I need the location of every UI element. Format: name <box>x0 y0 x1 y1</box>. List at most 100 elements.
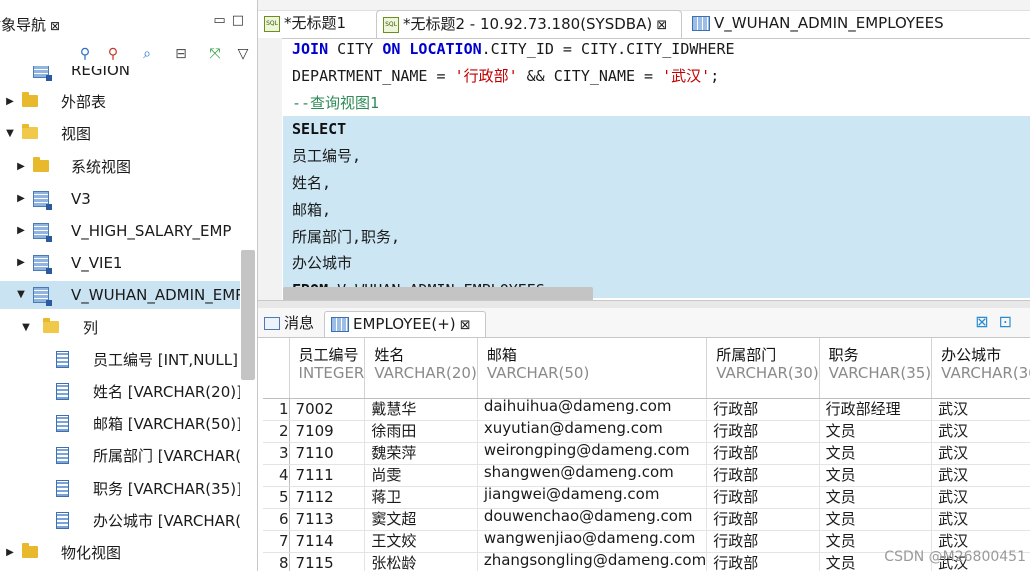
table-cell[interactable]: 7115 <box>289 552 366 571</box>
tree-item[interactable]: ▼ 视图 <box>0 120 240 148</box>
collapse-arrow-icon[interactable]: ▶ <box>4 88 16 116</box>
tree-item[interactable]: 办公城市 [VARCHAR(30)] <box>0 507 240 535</box>
table-cell[interactable]: 文员 <box>819 464 933 487</box>
navigator-scrollbar[interactable] <box>241 250 255 380</box>
table-cell[interactable]: 行政部 <box>706 508 820 531</box>
table-cell[interactable]: 文员 <box>819 508 933 531</box>
tree-item[interactable]: ▼ 列 <box>0 314 240 342</box>
table-cell[interactable]: 魏荣萍 <box>364 442 478 465</box>
tree-item[interactable]: 姓名 [VARCHAR(20)] <box>0 378 240 406</box>
table-cell[interactable]: douwenchao@dameng.com <box>477 508 708 531</box>
table-cell[interactable]: shangwen@dameng.com <box>477 464 708 487</box>
table-row[interactable]: 5 7112 蒋卫 jiangwei@dameng.com 行政部 文员 武汉 <box>263 486 1030 509</box>
table-cell[interactable]: 行政部 <box>706 420 820 443</box>
table-cell[interactable]: 武汉 <box>931 420 1030 443</box>
table-cell[interactable]: 武汉 <box>931 486 1030 509</box>
table-cell[interactable]: 行政部 <box>706 552 820 571</box>
link-editor-icon[interactable]: ⤧ <box>206 45 224 63</box>
table-cell[interactable]: 武汉 <box>931 398 1030 421</box>
tree-item[interactable]: ▶ V3 <box>0 185 240 213</box>
close-all-icon[interactable]: ⊠ <box>975 312 998 331</box>
table-cell[interactable]: wangwenjiao@dameng.com <box>477 530 708 553</box>
row-number[interactable]: 5 <box>263 486 290 509</box>
row-number[interactable]: 4 <box>263 464 290 487</box>
table-cell[interactable]: 窦文超 <box>364 508 478 531</box>
connect-icon[interactable]: ⚲ <box>76 45 94 63</box>
collapse-arrow-icon[interactable]: ▶ <box>4 539 16 567</box>
editor-tab[interactable]: SQL *无标题2 - 10.92.73.180(SYSDBA) ⊠ <box>376 10 682 38</box>
table-cell[interactable]: 武汉 <box>931 442 1030 465</box>
tree-item[interactable]: 职务 [VARCHAR(35)] <box>0 475 240 503</box>
tree-item[interactable]: ▼ V_WUHAN_ADMIN_EMPLOYEES <box>0 281 240 310</box>
table-cell[interactable]: 7114 <box>289 530 366 553</box>
expand-arrow-icon[interactable]: ▼ <box>20 314 32 342</box>
sql-editor[interactable]: JOIN CITY ON LOCATION.CITY_ID = CITY.CIT… <box>283 38 1030 298</box>
table-cell[interactable]: daihuihua@dameng.com <box>477 398 708 421</box>
table-cell[interactable]: 武汉 <box>931 464 1030 487</box>
expand-arrow-icon[interactable]: ▼ <box>15 281 27 309</box>
column-header[interactable]: 职务 VARCHAR(35) <box>819 338 933 399</box>
table-cell[interactable]: weirongping@dameng.com <box>477 442 708 465</box>
table-row[interactable]: 1 7002 戴慧华 daihuihua@dameng.com 行政部 行政部经理 武汉 <box>263 398 1030 421</box>
table-cell[interactable]: 徐雨田 <box>364 420 478 443</box>
tree-item[interactable]: 邮箱 [VARCHAR(50)] <box>0 410 240 438</box>
table-cell[interactable]: 7112 <box>289 486 366 509</box>
table-cell[interactable]: 7110 <box>289 442 366 465</box>
column-header[interactable]: 姓名 VARCHAR(20) <box>364 338 478 399</box>
table-cell[interactable]: 文员 <box>819 486 933 509</box>
table-cell[interactable]: 尚雯 <box>364 464 478 487</box>
collapse-arrow-icon[interactable]: ▶ <box>15 153 27 181</box>
row-number[interactable]: 7 <box>263 530 290 553</box>
result-tab[interactable]: EMPLOYEE(+) ⊠ <box>324 311 486 337</box>
row-number[interactable]: 8 <box>263 552 290 571</box>
table-cell[interactable]: 文员 <box>819 420 933 443</box>
column-header[interactable]: 办公城市VARCHAR(30) <box>931 338 1030 399</box>
tree-item[interactable]: ▶ 物化视图 <box>0 539 240 567</box>
row-number[interactable]: 3 <box>263 442 290 465</box>
table-cell[interactable]: 行政部经理 <box>819 398 933 421</box>
table-cell[interactable]: 7002 <box>289 398 366 421</box>
close-tab-icon[interactable]: ⊠ <box>456 318 471 333</box>
editor-horizontal-scrollbar[interactable] <box>283 287 593 301</box>
table-cell[interactable]: 张松龄 <box>364 552 478 571</box>
table-cell[interactable]: 武汉 <box>931 508 1030 531</box>
collapse-arrow-icon[interactable]: ▶ <box>15 217 27 245</box>
table-cell[interactable]: 行政部 <box>706 486 820 509</box>
collapse-arrow-icon[interactable]: ▶ <box>15 185 27 213</box>
column-header[interactable]: 所属部门 VARCHAR(30) <box>706 338 820 399</box>
table-row[interactable]: 4 7111 尚雯 shangwen@dameng.com 行政部 文员 武汉 <box>263 464 1030 487</box>
expand-arrow-icon[interactable]: ▼ <box>4 120 16 148</box>
result-tab[interactable]: 消息 <box>260 311 322 336</box>
table-row[interactable]: 2 7109 徐雨田 xuyutian@dameng.com 行政部 文员 武汉 <box>263 420 1030 443</box>
table-cell[interactable]: 7109 <box>289 420 366 443</box>
table-cell[interactable]: xuyutian@dameng.com <box>477 420 708 443</box>
collapse-all-icon[interactable]: ⊟ <box>172 45 190 63</box>
column-header[interactable]: 员工编号 INTEGER <box>289 338 366 399</box>
table-cell[interactable]: 行政部 <box>706 464 820 487</box>
table-cell[interactable]: 7113 <box>289 508 366 531</box>
close-icon[interactable]: ⊠ <box>50 19 60 33</box>
table-cell[interactable]: 王文姣 <box>364 530 478 553</box>
table-cell[interactable]: 行政部 <box>706 442 820 465</box>
close-tab-icon[interactable]: ⊠ <box>652 18 667 33</box>
table-cell[interactable]: 行政部 <box>706 398 820 421</box>
row-number[interactable]: 6 <box>263 508 290 531</box>
tree-item[interactable]: ▶ V_HIGH_SALARY_EMP <box>0 217 240 245</box>
table-cell[interactable]: 文员 <box>819 442 933 465</box>
minimize-icon[interactable]: ▭ <box>213 13 231 28</box>
maximize-icon[interactable]: □ <box>232 13 250 28</box>
editor-tab[interactable]: V_WUHAN_ADMIN_EMPLOYEES <box>686 10 1026 37</box>
tree-item[interactable]: 员工编号 [INT,NULL] <box>0 346 240 374</box>
table-cell[interactable]: 7111 <box>289 464 366 487</box>
tree-item[interactable]: ▶ V_VIE1 <box>0 249 240 277</box>
tree-item[interactable]: REGION <box>0 66 240 84</box>
result-grid[interactable]: 员工编号 INTEGER 姓名 VARCHAR(20) 邮箱 VARCHAR(50) 所属部… <box>263 338 1030 571</box>
table-cell[interactable]: 行政部 <box>706 530 820 553</box>
table-cell[interactable]: 戴慧华 <box>364 398 478 421</box>
table-cell[interactable]: jiangwei@dameng.com <box>477 486 708 509</box>
tree-item[interactable]: 所属部门 [VARCHAR(30)] <box>0 442 240 470</box>
table-cell[interactable]: 蒋卫 <box>364 486 478 509</box>
search-icon[interactable]: ⌕ <box>138 45 156 63</box>
view-menu-icon[interactable]: ▽ <box>234 45 252 63</box>
tree-item[interactable]: ▶ 外部表 <box>0 88 240 116</box>
